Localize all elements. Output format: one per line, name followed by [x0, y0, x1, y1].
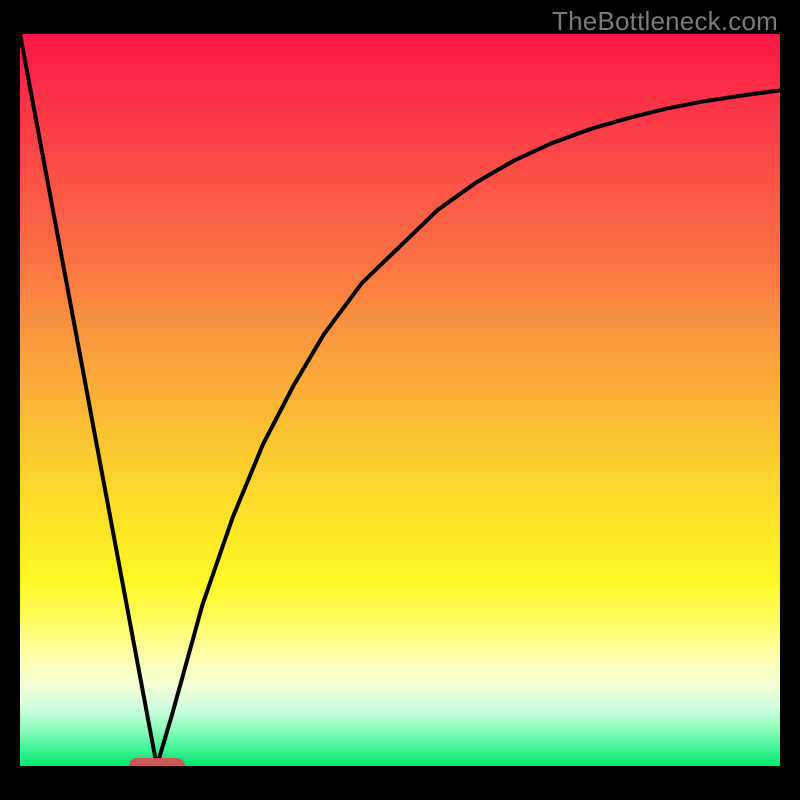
watermark-text: TheBottleneck.com: [552, 6, 778, 37]
chart-frame: TheBottleneck.com: [0, 0, 800, 800]
curve-layer: [20, 34, 780, 766]
plot-area: [20, 34, 780, 766]
vertex-marker: [129, 758, 185, 766]
right-branch-line: [157, 90, 780, 766]
left-branch-line: [20, 34, 157, 766]
